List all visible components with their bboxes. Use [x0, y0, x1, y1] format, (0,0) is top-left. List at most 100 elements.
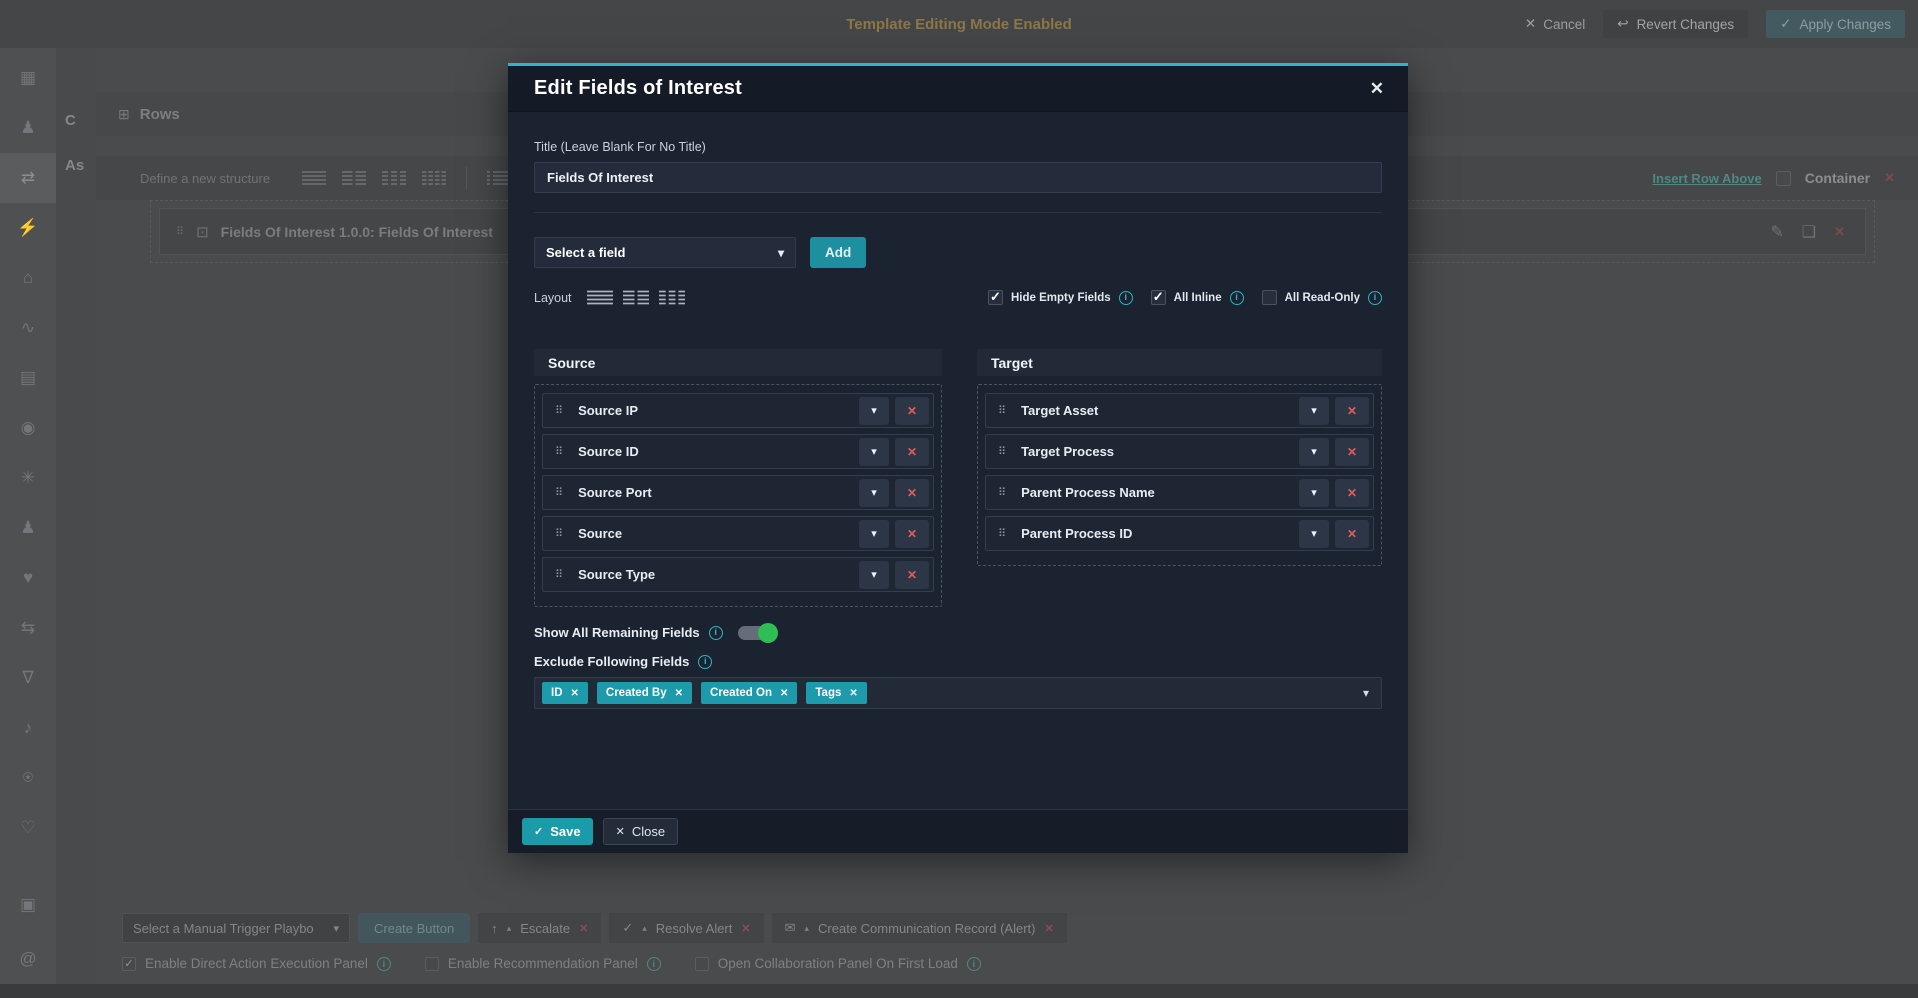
- nav-rail-item[interactable]: ⚡: [0, 203, 56, 253]
- field-options-dropdown-button[interactable]: ▾: [1299, 479, 1329, 507]
- field-options-dropdown-button[interactable]: ▾: [1299, 397, 1329, 425]
- remove-field-button[interactable]: ✕: [895, 397, 929, 425]
- escalate-action[interactable]: ↑ ▴ Escalate ✕: [478, 913, 601, 943]
- field-options-dropdown-button[interactable]: ▾: [859, 438, 889, 466]
- layout-2col-icon[interactable]: [342, 171, 366, 185]
- field-row[interactable]: ⠿ Source IP ▾ ✕: [542, 393, 934, 428]
- drag-handle-icon[interactable]: ⠿: [555, 486, 563, 499]
- remove-field-button[interactable]: ✕: [895, 520, 929, 548]
- create-button[interactable]: Create Button: [358, 913, 470, 943]
- insert-row-above-link[interactable]: Insert Row Above: [1652, 171, 1761, 186]
- comm-remove-icon[interactable]: ✕: [1045, 922, 1054, 935]
- field-row[interactable]: ⠿ Parent Process ID ▾ ✕: [985, 516, 1374, 551]
- remove-field-button[interactable]: ✕: [1335, 438, 1369, 466]
- edit-widget-icon[interactable]: ✎: [1770, 222, 1783, 242]
- title-input[interactable]: [534, 162, 1382, 193]
- drag-handle-icon[interactable]: ⠿: [998, 527, 1006, 540]
- close-button[interactable]: ✕ Close: [603, 818, 678, 845]
- nav-rail-item[interactable]: ♥: [0, 553, 56, 603]
- create-communication-record-action[interactable]: ✉ ▴ Create Communication Record (Alert) …: [772, 913, 1067, 943]
- side-tab-as[interactable]: As: [56, 157, 96, 174]
- nav-rail-item[interactable]: ∿: [0, 303, 56, 353]
- nav-rail-item[interactable]: ⌂: [0, 253, 56, 303]
- nav-rail-item[interactable]: ∇: [0, 653, 56, 703]
- field-row[interactable]: ⠿ Source Port ▾ ✕: [542, 475, 934, 510]
- layout-two-column-icon[interactable]: [623, 290, 649, 305]
- save-button[interactable]: ✓ Save: [522, 818, 593, 845]
- manual-trigger-playbook-select[interactable]: Select a Manual Trigger Playbo ▾: [122, 913, 350, 943]
- remove-field-button[interactable]: ✕: [1335, 479, 1369, 507]
- drag-handle-icon[interactable]: ⠿: [555, 527, 563, 540]
- drag-handle-icon[interactable]: ⠿: [176, 225, 184, 238]
- field-options-dropdown-button[interactable]: ▾: [859, 520, 889, 548]
- escalate-remove-icon[interactable]: ✕: [579, 922, 588, 935]
- remove-field-button[interactable]: ✕: [895, 479, 929, 507]
- drag-handle-icon[interactable]: ⠿: [998, 445, 1006, 458]
- nav-rail-item[interactable]: ▦: [0, 53, 56, 103]
- chip-remove-icon[interactable]: ✕: [675, 688, 683, 699]
- nav-rail-item[interactable]: ▣: [0, 880, 56, 930]
- nav-rail-item[interactable]: ▤: [0, 353, 56, 403]
- drag-handle-icon[interactable]: ⠿: [555, 445, 563, 458]
- show-all-remaining-toggle[interactable]: [738, 626, 776, 640]
- remove-field-button[interactable]: ✕: [1335, 520, 1369, 548]
- layout-three-column-icon[interactable]: [659, 290, 685, 305]
- side-tab-c[interactable]: C: [56, 112, 96, 129]
- field-row[interactable]: ⠿ Source ▾ ✕: [542, 516, 934, 551]
- nav-rail-item[interactable]: ⇄: [0, 153, 56, 203]
- field-row[interactable]: ⠿ Source ID ▾ ✕: [542, 434, 934, 469]
- remove-field-button[interactable]: ✕: [1335, 397, 1369, 425]
- apply-changes-button[interactable]: ✓ Apply Changes: [1766, 10, 1905, 38]
- revert-changes-button[interactable]: ↩ Revert Changes: [1603, 10, 1748, 38]
- drag-handle-icon[interactable]: ⠿: [555, 404, 563, 417]
- display-option-checkbox[interactable]: [1262, 290, 1277, 305]
- drag-handle-icon[interactable]: ⠿: [555, 568, 563, 581]
- layout-4col-icon[interactable]: [422, 171, 446, 185]
- add-field-button[interactable]: Add: [810, 237, 866, 268]
- field-options-dropdown-button[interactable]: ▾: [859, 479, 889, 507]
- nav-rail-item[interactable]: ♟: [0, 503, 56, 553]
- drag-handle-icon[interactable]: ⠿: [998, 404, 1006, 417]
- field-row[interactable]: ⠿ Target Asset ▾ ✕: [985, 393, 1374, 428]
- option-checkbox[interactable]: [122, 957, 136, 971]
- field-row[interactable]: ⠿ Parent Process Name ▾ ✕: [985, 475, 1374, 510]
- layout-one-column-icon[interactable]: [587, 290, 613, 305]
- chip-remove-icon[interactable]: ✕: [780, 688, 788, 699]
- nav-rail-item[interactable]: ◉: [0, 403, 56, 453]
- delete-widget-icon[interactable]: ✕: [1834, 224, 1845, 240]
- resolve-alert-action[interactable]: ✓ ▴ Resolve Alert ✕: [609, 913, 763, 943]
- field-options-dropdown-button[interactable]: ▾: [1299, 438, 1329, 466]
- display-option-checkbox[interactable]: [1151, 290, 1166, 305]
- nav-rail-item[interactable]: ✳: [0, 453, 56, 503]
- layout-3col-icon[interactable]: [382, 171, 406, 185]
- nav-rail-item[interactable]: @: [0, 934, 56, 984]
- nav-rail-item[interactable]: ♡: [0, 803, 56, 853]
- field-options-dropdown-button[interactable]: ▾: [1299, 520, 1329, 548]
- field-row[interactable]: ⠿ Target Process ▾ ✕: [985, 434, 1374, 469]
- cancel-button[interactable]: ✕ Cancel: [1525, 16, 1585, 32]
- container-checkbox[interactable]: [1776, 171, 1791, 186]
- field-options-dropdown-button[interactable]: ▾: [859, 397, 889, 425]
- option-checkbox[interactable]: [695, 957, 709, 971]
- field-options-dropdown-button[interactable]: ▾: [859, 561, 889, 589]
- option-checkbox[interactable]: [425, 957, 439, 971]
- remove-row-icon[interactable]: ✕: [1884, 170, 1895, 186]
- chip-remove-icon[interactable]: ✕: [571, 688, 579, 699]
- drag-handle-icon[interactable]: ⠿: [998, 486, 1006, 499]
- field-row[interactable]: ⠿ Source Type ▾ ✕: [542, 557, 934, 592]
- remove-field-button[interactable]: ✕: [895, 561, 929, 589]
- layout-1col-icon[interactable]: [302, 171, 326, 185]
- resolve-remove-icon[interactable]: ✕: [741, 922, 750, 935]
- copy-widget-icon[interactable]: ❏: [1802, 222, 1816, 242]
- field-select[interactable]: Select a field ▾: [534, 237, 796, 268]
- nav-rail-item[interactable]: ⍟: [0, 753, 56, 803]
- remove-field-button[interactable]: ✕: [895, 438, 929, 466]
- modal-close-icon[interactable]: ✕: [1370, 79, 1384, 99]
- display-option-checkbox[interactable]: [988, 290, 1003, 305]
- nav-rail-item[interactable]: ♪: [0, 703, 56, 753]
- nav-rail-item[interactable]: ♟: [0, 103, 56, 153]
- exclude-fields-multiselect[interactable]: ID ✕ Created By ✕ Created On ✕ Tags ✕ ▾: [534, 677, 1382, 709]
- nav-rail-item[interactable]: ⇆: [0, 603, 56, 653]
- chip-remove-icon[interactable]: ✕: [849, 688, 857, 699]
- field-select-value: Select a field: [546, 245, 625, 260]
